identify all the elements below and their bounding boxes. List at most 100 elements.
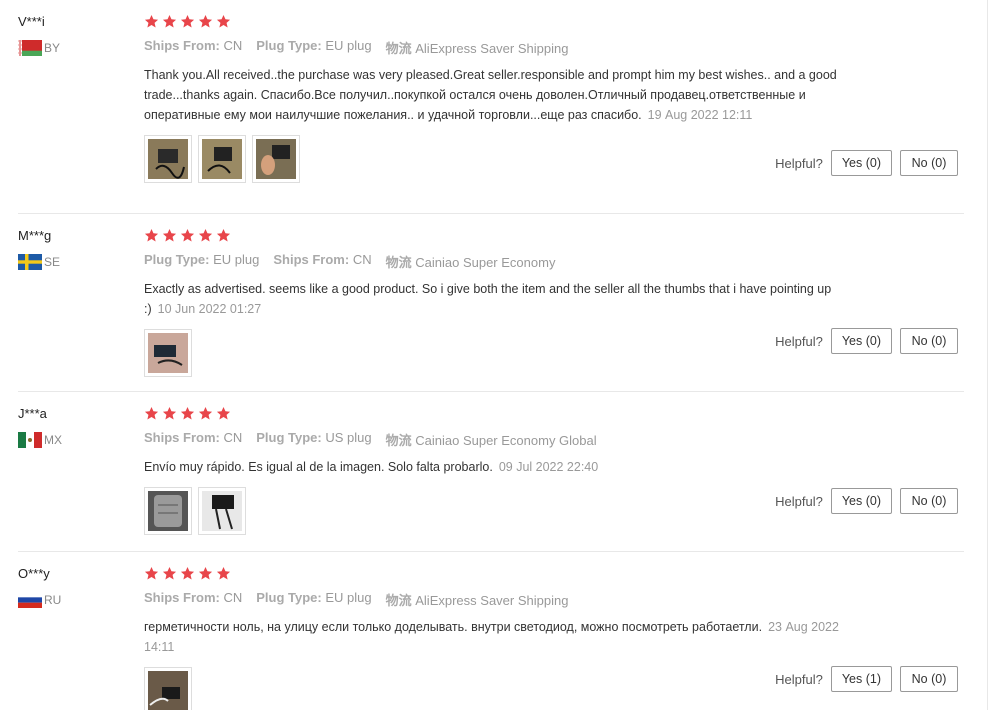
detail-key: Plug Type: — [256, 430, 322, 445]
detail-value: US plug — [325, 430, 372, 445]
review-text: герметичности ноль, на улицу если только… — [144, 617, 844, 657]
reviewer-country: SE — [18, 254, 60, 270]
star-icon — [162, 14, 177, 28]
reviewer-name: M***g — [18, 228, 52, 243]
country-code: RU — [44, 593, 62, 607]
review-date: 10 Jun 2022 01:27 — [157, 302, 262, 316]
reviewer-country: MX — [18, 432, 62, 448]
country-code: SE — [44, 255, 61, 269]
detail-key: 物流 — [385, 433, 412, 448]
review-photos — [144, 329, 844, 377]
review-content: Ships From: CN Plug Type: EU plug 物流 Ali… — [144, 14, 844, 183]
star-icon — [180, 14, 195, 28]
review-photo[interactable] — [144, 667, 192, 710]
detail-value: EU plug — [325, 590, 372, 605]
belarus-flag-icon — [18, 40, 42, 56]
star-icon — [198, 566, 213, 580]
helpful-no-button[interactable]: No (0) — [900, 150, 958, 176]
order-details: Ships From: CN Plug Type: US plug 物流 Cai… — [144, 430, 844, 449]
star-rating — [144, 566, 844, 582]
review-content: Ships From: CN Plug Type: US plug 物流 Cai… — [144, 406, 844, 535]
country-code: BY — [44, 41, 61, 55]
review-photo[interactable] — [198, 135, 246, 183]
star-icon — [144, 566, 159, 580]
star-icon — [180, 406, 195, 420]
review-content: Ships From: CN Plug Type: EU plug 物流 Ali… — [144, 566, 844, 710]
review-photos — [144, 667, 844, 710]
review-text: Exactly as advertised. seems like a good… — [144, 279, 844, 319]
star-icon — [144, 228, 159, 242]
helpful-label: Helpful? — [775, 333, 823, 349]
star-icon — [198, 228, 213, 242]
detail-value: Cainiao Super Economy — [415, 255, 556, 270]
detail-value: AliExpress Saver Shipping — [415, 41, 569, 56]
review-photos — [144, 487, 844, 535]
star-icon — [216, 406, 231, 420]
detail-value: CN — [223, 38, 243, 53]
star-icon — [216, 566, 231, 580]
reviewer-name: J***a — [18, 406, 47, 421]
detail-key: Plug Type: — [256, 38, 322, 53]
review-item: V***i BY Ships From: CN Plug Type: EU pl… — [0, 0, 964, 214]
detail-key: Plug Type: — [256, 590, 322, 605]
detail-value: Cainiao Super Economy Global — [415, 433, 597, 448]
review-photo[interactable] — [252, 135, 300, 183]
review-photo[interactable] — [198, 487, 246, 535]
russia-flag-icon — [18, 592, 42, 608]
mexico-flag-icon — [18, 432, 42, 448]
detail-key: 物流 — [385, 593, 412, 608]
order-details: Ships From: CN Plug Type: EU plug 物流 Ali… — [144, 590, 844, 609]
detail-value: CN — [352, 252, 372, 267]
reviewer-country: BY — [18, 40, 60, 56]
helpful-yes-button[interactable]: Yes (1) — [830, 666, 892, 692]
review-item: J***a MX Ships From: CN Plug Type: US pl… — [0, 392, 964, 552]
detail-key: 物流 — [385, 41, 412, 56]
review-photo[interactable] — [144, 329, 192, 377]
review-item: M***g SE Plug Type: EU plug Ships From: … — [0, 214, 964, 392]
review-date: 09 Jul 2022 22:40 — [498, 460, 599, 474]
helpful-vote: Helpful? Yes (0) No (0) — [775, 488, 958, 514]
review-list: V***i BY Ships From: CN Plug Type: EU pl… — [0, 0, 988, 710]
sweden-flag-icon — [18, 254, 42, 270]
helpful-label: Helpful? — [775, 493, 823, 509]
review-item: O***y RU Ships From: CN Plug Type: EU pl… — [0, 552, 964, 710]
helpful-vote: Helpful? Yes (0) No (0) — [775, 150, 958, 176]
helpful-no-button[interactable]: No (0) — [900, 328, 958, 354]
review-body: Envío muy rápido. Es igual al de la imag… — [144, 460, 493, 474]
star-icon — [216, 14, 231, 28]
star-icon — [144, 406, 159, 420]
reviewer-name: O***y — [18, 566, 50, 581]
helpful-yes-button[interactable]: Yes (0) — [830, 150, 892, 176]
detail-value: EU plug — [213, 252, 260, 267]
helpful-vote: Helpful? Yes (0) No (0) — [775, 328, 958, 354]
reviewer-name: V***i — [18, 14, 45, 29]
country-code: MX — [44, 433, 62, 447]
detail-key: Plug Type: — [144, 252, 210, 267]
helpful-yes-button[interactable]: Yes (0) — [830, 328, 892, 354]
review-text: Thank you.All received..the purchase was… — [144, 65, 844, 125]
star-icon — [162, 566, 177, 580]
order-details: Ships From: CN Plug Type: EU plug 物流 Ali… — [144, 38, 844, 57]
review-photos — [144, 135, 844, 183]
detail-key: Ships From: — [144, 430, 220, 445]
star-rating — [144, 14, 844, 30]
star-icon — [216, 228, 231, 242]
detail-value: EU plug — [325, 38, 372, 53]
detail-key: 物流 — [385, 255, 412, 270]
star-icon — [198, 406, 213, 420]
star-icon — [198, 14, 213, 28]
review-photo[interactable] — [144, 135, 192, 183]
helpful-yes-button[interactable]: Yes (0) — [830, 488, 892, 514]
helpful-label: Helpful? — [775, 155, 823, 171]
review-photo[interactable] — [144, 487, 192, 535]
order-details: Plug Type: EU plug Ships From: CN 物流 Cai… — [144, 252, 844, 271]
star-icon — [162, 406, 177, 420]
helpful-no-button[interactable]: No (0) — [900, 666, 958, 692]
star-icon — [162, 228, 177, 242]
review-content: Plug Type: EU plug Ships From: CN 物流 Cai… — [144, 228, 844, 377]
star-rating — [144, 406, 844, 422]
detail-value: CN — [223, 430, 243, 445]
helpful-no-button[interactable]: No (0) — [900, 488, 958, 514]
star-rating — [144, 228, 844, 244]
review-body: герметичности ноль, на улицу если только… — [144, 620, 763, 634]
